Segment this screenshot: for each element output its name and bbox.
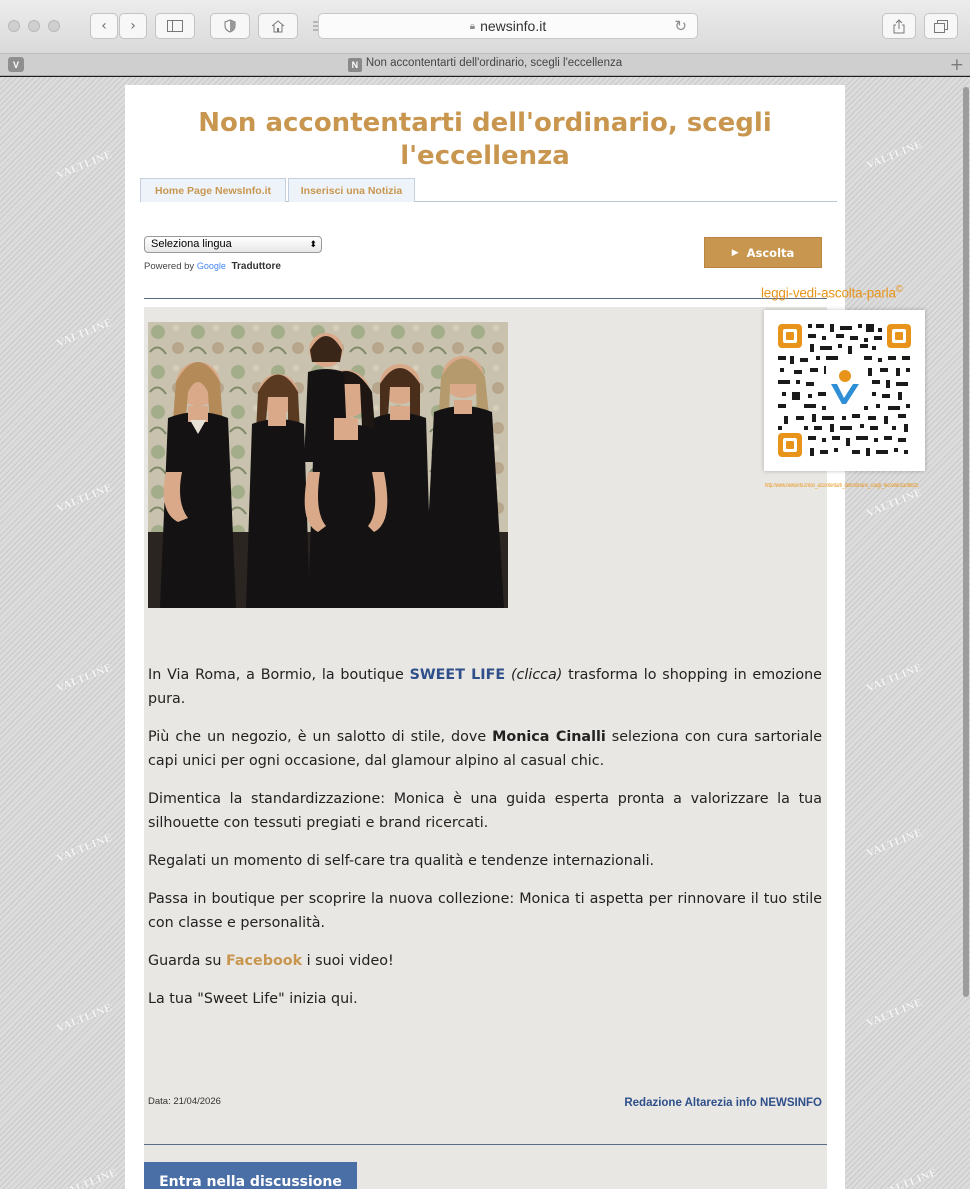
- article-paragraph-4: Regalati un momento di self-care tra qua…: [148, 853, 655, 869]
- watermark: VALTLINE: [54, 661, 115, 695]
- zoom-window-button[interactable]: [48, 20, 60, 32]
- tab-title: Non accontentarti dell'ordinario, scegli…: [365, 57, 623, 69]
- privacy-button[interactable]: [210, 13, 250, 39]
- watermark: VALTLINE: [864, 486, 925, 520]
- sidebar-button[interactable]: [155, 13, 195, 39]
- divider-top: [144, 298, 827, 299]
- back-button[interactable]: ‹: [90, 13, 118, 39]
- active-tab[interactable]: N Non accontentarti dell'ordinario, scegl…: [0, 57, 970, 72]
- language-select-value: Seleziona lingua: [151, 238, 232, 250]
- monica-cinalli-name: Monica Cinalli: [492, 729, 606, 745]
- translate-attribution: Powered by Google Traduttore: [144, 261, 281, 272]
- favicon-icon: N: [347, 58, 362, 72]
- watermark: VALTLINE: [54, 831, 115, 865]
- listen-button-label: Ascolta: [746, 245, 795, 260]
- content-card: Non accontentarti dell'ordinario, scegli…: [125, 85, 925, 1189]
- watermark: VALTLINE: [59, 1166, 120, 1189]
- google-logo: Google: [196, 261, 226, 271]
- copyright-mark: ©: [895, 284, 903, 295]
- watermark: VALTLINE: [54, 1001, 115, 1035]
- tabs-overview-button[interactable]: [924, 13, 958, 39]
- forward-button[interactable]: ›: [119, 13, 147, 39]
- group-photo-image: [148, 322, 508, 608]
- home-button[interactable]: [258, 13, 298, 39]
- vertical-scrollbar[interactable]: [963, 87, 969, 997]
- article-paragraph-2: Più che un negozio, è un salotto di stil…: [148, 729, 822, 769]
- page-viewport[interactable]: VALTLINE VALTLINE VALTLINE VALTLINE VALT…: [0, 77, 970, 1189]
- sidebar-icon: [167, 20, 183, 32]
- translator-link[interactable]: Traduttore: [231, 261, 280, 272]
- address-bar[interactable]: 🔒︎ newsinfo.it ↻: [318, 13, 698, 39]
- watermark: VALTLINE: [864, 996, 925, 1030]
- shield-icon: [224, 19, 236, 33]
- watermark: VALTLINE: [54, 481, 115, 515]
- play-icon: ▶: [731, 247, 739, 258]
- author-link[interactable]: Redazione Altarezia info NEWSINFO: [624, 1097, 822, 1109]
- address-text: newsinfo.it: [480, 18, 547, 34]
- article-paragraph-5: Passa in boutique per scoprire la nuova …: [148, 891, 822, 931]
- qr-label: leggi-vedi-ascolta-parla©: [761, 284, 903, 301]
- minimize-window-button[interactable]: [28, 20, 40, 32]
- clicca-text: (clicca): [510, 667, 563, 683]
- article-photo[interactable]: [148, 322, 508, 608]
- chevron-right-icon: ›: [130, 18, 136, 34]
- qr-url[interactable]: http://www.newsinfo.it/non_accontentarti…: [765, 483, 918, 489]
- new-tab-button[interactable]: +: [950, 55, 964, 75]
- divider-bottom: [144, 1144, 827, 1145]
- article-paragraph-7: La tua "Sweet Life" inizia qui.: [148, 991, 358, 1007]
- watermark: VALTLINE: [879, 1166, 940, 1189]
- site-nav: Home Page NewsInfo.it Inserisci una Noti…: [140, 178, 837, 202]
- watermark: VALTLINE: [864, 661, 925, 695]
- watermark: VALTLINE: [54, 148, 115, 182]
- tab-home-page[interactable]: Home Page NewsInfo.it: [140, 178, 286, 202]
- chevron-left-icon: ‹: [101, 18, 107, 34]
- qr-code[interactable]: [764, 310, 925, 471]
- tab-inserisci-notizia[interactable]: Inserisci una Notizia: [288, 178, 415, 202]
- facebook-link[interactable]: Facebook: [226, 953, 302, 969]
- watermark: VALTLINE: [864, 826, 925, 860]
- listen-button[interactable]: ▶ Ascolta: [704, 237, 822, 268]
- sweet-life-link[interactable]: SWEET LIFE: [410, 667, 506, 683]
- tab-bar: V N Non accontentarti dell'ordinario, sce…: [0, 54, 970, 76]
- qr-code-icon: [778, 324, 911, 457]
- lock-icon: 🔒︎: [469, 20, 476, 32]
- close-window-button[interactable]: [8, 20, 20, 32]
- watermark: VALTLINE: [54, 316, 115, 350]
- share-button[interactable]: [882, 13, 916, 39]
- browser-toolbar: ‹ › 🔒︎ newsinfo.it ↻: [0, 0, 970, 54]
- page-title: Non accontentarti dell'ordinario, scegli…: [198, 108, 772, 171]
- reload-icon[interactable]: ↻: [674, 17, 687, 35]
- article-paragraph-3: Dimentica la standardizzazione: Monica è…: [148, 791, 822, 831]
- tabs-icon: [934, 19, 948, 33]
- select-arrows-icon: ⬍: [309, 239, 317, 249]
- article-paragraph-1: In Via Roma, a Bormio, la boutique SWEET…: [148, 667, 822, 707]
- language-select[interactable]: Seleziona lingua ⬍: [144, 236, 322, 253]
- article-date: Data: 21/04/2026: [148, 1096, 221, 1107]
- article-paragraph-6: Guarda su Facebook i suoi video!: [148, 953, 394, 969]
- home-icon: [271, 19, 285, 32]
- watermark: VALTLINE: [864, 138, 925, 172]
- share-icon: [893, 18, 905, 33]
- discussion-button[interactable]: Entra nella discussione: [144, 1162, 357, 1189]
- powered-by-text: Powered by: [144, 261, 195, 272]
